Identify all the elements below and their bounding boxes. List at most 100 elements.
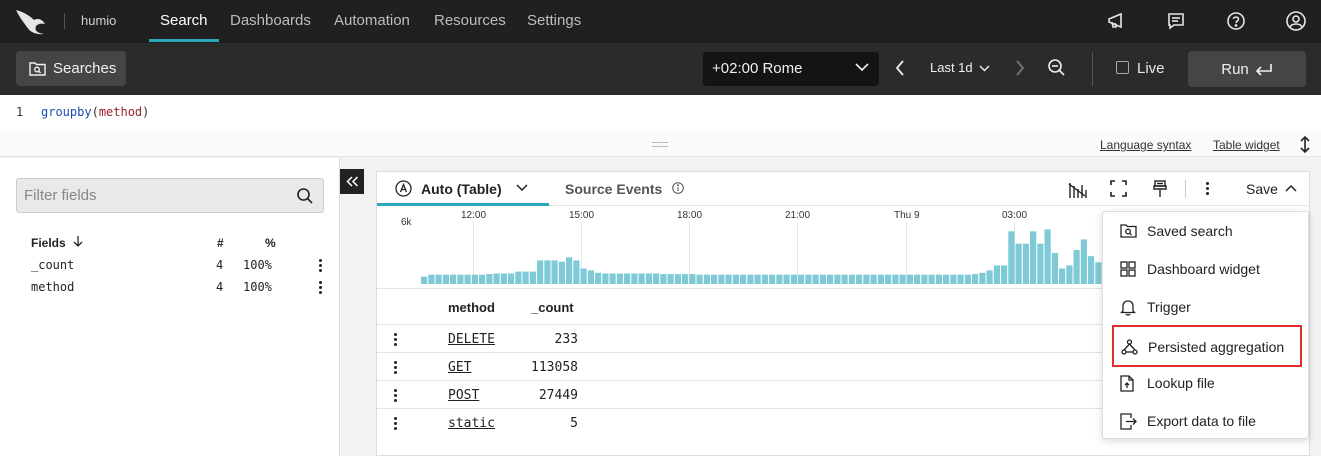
method-cell[interactable]: DELETE [448,332,495,347]
histogram-bar[interactable] [428,274,435,284]
histogram-bar[interactable] [1037,243,1044,284]
histogram-bar[interactable] [624,273,631,285]
histogram-bar[interactable] [558,261,565,284]
collapse-panel-button[interactable] [340,169,364,194]
histogram-bar[interactable] [892,274,899,284]
chart-type-icon[interactable] [1068,180,1087,199]
histogram-bar[interactable] [848,274,855,284]
field-name[interactable]: method [31,280,74,294]
user-icon[interactable] [1285,10,1307,32]
histogram-bar[interactable] [1088,256,1095,284]
histogram-bar[interactable] [914,274,921,284]
histogram-bar[interactable] [986,270,993,284]
histogram-bar[interactable] [725,274,732,284]
menu-item-trigger[interactable]: Trigger [1103,288,1308,326]
vertical-resize-icon[interactable] [1299,135,1311,154]
chevron-up-icon[interactable] [1285,184,1297,192]
histogram-bar[interactable] [754,274,761,284]
table-widget-link[interactable]: Table widget [1213,138,1280,152]
histogram-bar[interactable] [1015,243,1022,284]
histogram-bar[interactable] [493,273,500,285]
histogram-bar[interactable] [471,274,478,284]
histogram-bar[interactable] [769,274,776,284]
histogram-bar[interactable] [732,274,739,284]
histogram-bar[interactable] [972,274,979,284]
histogram-bar[interactable] [508,273,515,285]
histogram-bar[interactable] [950,274,957,284]
menu-item-dashboard-widget[interactable]: Dashboard widget [1103,250,1308,288]
histogram-bar[interactable] [587,270,594,284]
menu-item-saved-search[interactable]: Saved search [1103,212,1308,250]
histogram-bar[interactable] [747,274,754,284]
tab-auto-table[interactable]: Auto (Table) [377,172,549,206]
count-header[interactable]: # [217,236,224,250]
menu-item-export-data[interactable]: Export data to file [1103,402,1308,440]
zoom-out-icon[interactable] [1047,58,1066,77]
tab-search[interactable]: Search [160,12,208,29]
histogram-bar[interactable] [805,274,812,284]
histogram-bar[interactable] [899,274,906,284]
help-icon[interactable] [1225,10,1247,32]
tab-resources[interactable]: Resources [434,12,506,29]
histogram-bar[interactable] [1030,231,1037,284]
histogram-bar[interactable] [653,273,660,285]
histogram-bar[interactable] [703,274,710,284]
chat-icon[interactable] [1165,10,1187,32]
histogram-bar[interactable] [827,274,834,284]
histogram-bar[interactable] [740,274,747,284]
histogram-bar[interactable] [595,272,602,284]
histogram-bar[interactable] [609,273,616,285]
histogram-bar[interactable] [1051,253,1058,284]
row-menu-icon[interactable] [394,389,398,404]
histogram-bar[interactable] [885,274,892,284]
histogram-bar[interactable] [522,271,529,284]
info-icon[interactable] [672,182,684,194]
chevron-right-icon[interactable] [1015,59,1025,77]
timezone-select[interactable]: +02:00 Rome [703,52,879,86]
histogram-bar[interactable] [442,274,449,284]
query-text[interactable]: groupby(method) [41,105,149,119]
histogram-bar[interactable] [602,273,609,285]
pin-icon[interactable] [1153,180,1167,198]
histogram-bar[interactable] [638,273,645,285]
histogram-bar[interactable] [529,271,536,284]
histogram-bar[interactable] [1022,243,1029,284]
searches-button[interactable]: Searches [16,51,126,86]
histogram-bar[interactable] [841,274,848,284]
histogram-bar[interactable] [631,273,638,285]
histogram-bar[interactable] [551,260,558,284]
field-menu-icon[interactable] [319,259,323,274]
live-checkbox[interactable] [1116,61,1129,74]
histogram-bar[interactable] [1095,262,1102,284]
row-menu-icon[interactable] [394,417,398,432]
language-syntax-link[interactable]: Language syntax [1100,138,1191,152]
menu-item-persisted-aggregation[interactable]: Persisted aggregation [1112,325,1302,367]
histogram-bar[interactable] [486,274,493,284]
tab-source-events[interactable]: Source Events [565,181,662,197]
fullscreen-icon[interactable] [1110,180,1127,197]
histogram-bar[interactable] [957,274,964,284]
histogram-bar[interactable] [645,273,652,285]
histogram-bar[interactable] [674,274,681,284]
column-header-count[interactable]: _count [531,300,574,315]
histogram-bar[interactable] [856,274,863,284]
histogram-bar[interactable] [667,274,674,284]
method-cell[interactable]: POST [448,388,479,403]
histogram-bar[interactable] [943,274,950,284]
histogram-bar[interactable] [682,274,689,284]
histogram-bar[interactable] [696,274,703,284]
histogram-bar[interactable] [544,260,551,284]
histogram-bar[interactable] [921,274,928,284]
histogram-bar[interactable] [935,274,942,284]
filter-fields-input[interactable] [16,178,324,213]
tab-settings[interactable]: Settings [527,12,581,29]
histogram-bar[interactable] [450,274,457,284]
tab-automation[interactable]: Automation [334,12,410,29]
field-menu-icon[interactable] [319,281,323,296]
histogram-bar[interactable] [500,273,507,285]
histogram-bar[interactable] [1059,268,1066,285]
histogram-bar[interactable] [1066,265,1073,284]
save-button[interactable]: Save [1246,181,1278,197]
histogram-bar[interactable] [1080,239,1087,284]
time-range-selector[interactable]: Last 1d [930,60,990,75]
